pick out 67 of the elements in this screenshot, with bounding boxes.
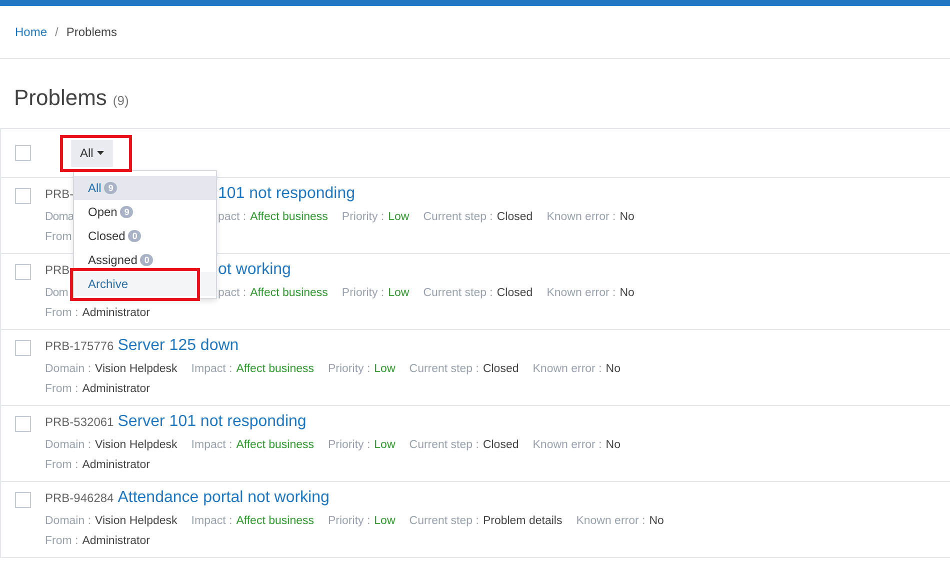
problem-id: PRB-175776 bbox=[45, 339, 114, 353]
count-badge: 0 bbox=[140, 254, 154, 266]
problem-id: PRB bbox=[45, 263, 70, 277]
meta-field: pact : Affect business bbox=[218, 211, 328, 223]
meta-field: Priority : Low bbox=[328, 515, 396, 527]
from-label: From bbox=[45, 231, 72, 243]
caret-icon bbox=[97, 151, 104, 155]
meta-field: Known error : No bbox=[546, 211, 634, 223]
problem-title-link[interactable]: Server 101 not responding bbox=[118, 413, 306, 431]
meta-field: Priority : Low bbox=[342, 287, 410, 299]
meta-field: Domain : Vision Helpdesk bbox=[45, 363, 178, 375]
row-checkbox[interactable] bbox=[15, 340, 31, 356]
menu-item-label: Closed bbox=[88, 229, 126, 243]
menu-item-label: Assigned bbox=[88, 253, 138, 267]
menu-item[interactable]: Closed 0 bbox=[74, 224, 216, 248]
from-field: From : Administrator bbox=[45, 383, 150, 395]
meta-field: Current step : Closed bbox=[409, 363, 519, 375]
problem-count: (9) bbox=[112, 93, 129, 108]
meta-field: Impact : Affect business bbox=[191, 439, 314, 451]
from-field: From : Administrator bbox=[45, 307, 150, 319]
meta-label: Dom bbox=[45, 287, 68, 299]
filter-dropdown-button[interactable]: All bbox=[71, 140, 114, 166]
count-badge: 9 bbox=[120, 206, 134, 218]
from-field: From : Administrator bbox=[45, 535, 150, 547]
menu-item[interactable]: Assigned 0 bbox=[74, 248, 216, 272]
problem-title-link[interactable]: Server 125 down bbox=[118, 337, 239, 355]
menu-item-label: Archive bbox=[88, 277, 128, 291]
problem-id: PRB- bbox=[45, 187, 74, 201]
from-field: From : Administrator bbox=[45, 459, 150, 471]
meta-label: Doma bbox=[45, 211, 74, 223]
meta-field: Current step : Problem details bbox=[409, 515, 562, 527]
breadcrumb-current: Problems bbox=[66, 25, 118, 39]
problem-title-link[interactable]: Attendance portal not working bbox=[118, 489, 330, 507]
breadcrumb-separator: / bbox=[55, 25, 58, 39]
page-title: Problems bbox=[14, 85, 107, 111]
meta-field: Current step : Closed bbox=[409, 439, 519, 451]
row-checkbox[interactable] bbox=[15, 264, 31, 280]
row-checkbox[interactable] bbox=[15, 492, 31, 508]
row-checkbox[interactable] bbox=[15, 416, 31, 432]
meta-field: Priority : Low bbox=[328, 363, 396, 375]
row-checkbox[interactable] bbox=[15, 188, 31, 204]
problem-title-link[interactable]: 101 not responding bbox=[218, 185, 355, 203]
menu-item[interactable]: All 9 bbox=[74, 176, 216, 200]
select-all-checkbox[interactable] bbox=[15, 145, 31, 161]
meta-field: Known error : No bbox=[576, 515, 664, 527]
count-badge: 0 bbox=[128, 230, 142, 242]
meta-field: Known error : No bbox=[532, 439, 620, 451]
menu-item[interactable]: Open 9 bbox=[74, 200, 216, 224]
problem-title-link[interactable]: ot working bbox=[218, 261, 291, 279]
meta-field: Impact : Affect business bbox=[191, 515, 314, 527]
meta-field: Impact : Affect business bbox=[191, 363, 314, 375]
menu-item-label: Open bbox=[88, 205, 118, 219]
meta-field: Known error : No bbox=[546, 287, 634, 299]
problem-id: PRB-532061 bbox=[45, 415, 114, 429]
meta-field: Current step : Closed bbox=[423, 287, 533, 299]
meta-field: pact : Affect business bbox=[218, 287, 328, 299]
meta-field: Priority : Low bbox=[342, 211, 410, 223]
menu-item[interactable]: Archive bbox=[74, 272, 216, 296]
meta-field: Priority : Low bbox=[328, 439, 396, 451]
count-badge: 9 bbox=[104, 182, 118, 194]
meta-field: Known error : No bbox=[532, 363, 620, 375]
menu-item-label: All bbox=[88, 181, 102, 195]
problem-id: PRB-946284 bbox=[45, 491, 114, 505]
breadcrumb-link[interactable]: Home bbox=[15, 25, 48, 39]
meta-field: Domain : Vision Helpdesk bbox=[45, 515, 178, 527]
meta-field: Domain : Vision Helpdesk bbox=[45, 439, 178, 451]
meta-field: Current step : Closed bbox=[423, 211, 533, 223]
